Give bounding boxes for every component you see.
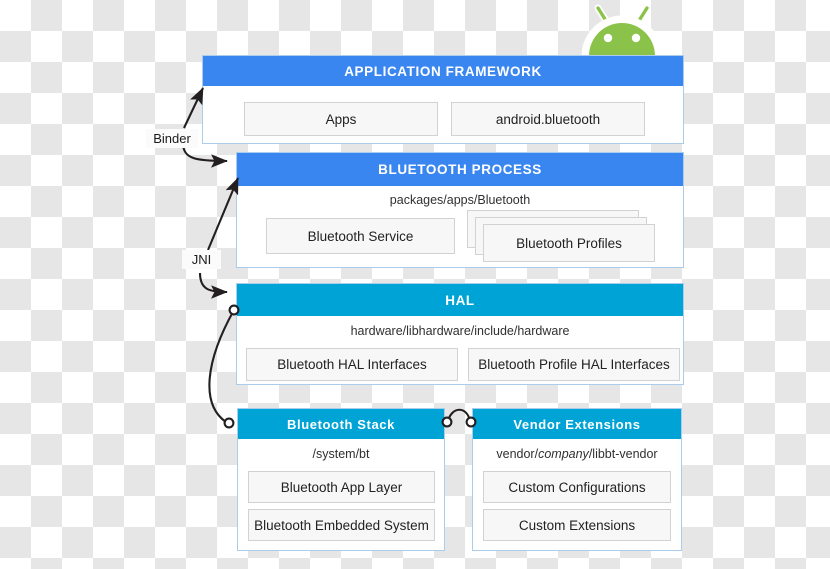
path-bluetooth-stack: /system/bt: [312, 447, 370, 461]
panel-bluetooth-process[interactable]: BLUETOOTH PROCESS packages/apps/Bluetoot…: [236, 152, 684, 268]
panel-application-framework[interactable]: APPLICATION FRAMEWORK Apps android.bluet…: [202, 55, 684, 144]
panel-hal[interactable]: HAL hardware/libhardware/include/hardwar…: [236, 283, 684, 385]
panel-vendor-extensions[interactable]: Vendor Extensions vendor/company/libbt-v…: [472, 408, 682, 551]
path-vendor-extensions: vendor/company/libbt-vendor: [473, 447, 681, 461]
panel-header-bluetooth-stack: Bluetooth Stack: [238, 409, 444, 439]
path-hal: hardware/libhardware/include/hardware: [350, 324, 570, 338]
chip-custom-extensions[interactable]: Custom Extensions: [483, 509, 671, 541]
chip-bluetooth-service[interactable]: Bluetooth Service: [266, 218, 455, 254]
connector-binder-to-framework: [183, 87, 204, 129]
panel-bluetooth-stack[interactable]: Bluetooth Stack /system/bt Bluetooth App…: [237, 408, 445, 551]
path-vendor-company: company: [538, 447, 589, 461]
chip-android-bluetooth[interactable]: android.bluetooth: [451, 102, 645, 136]
connector-label-jni: JNI: [182, 250, 221, 269]
panel-header-application-framework: APPLICATION FRAMEWORK: [203, 56, 683, 86]
chip-bluetooth-hal-interfaces[interactable]: Bluetooth HAL Interfaces: [246, 348, 458, 381]
path-vendor-post: /libbt-vendor: [588, 447, 658, 461]
connector-stack-to-vendor: [446, 408, 472, 422]
connector-endpoint-stack: [223, 417, 235, 429]
chip-bluetooth-profile-hal-interfaces[interactable]: Bluetooth Profile HAL Interfaces: [468, 348, 680, 381]
android-robot-logo: [581, 4, 663, 61]
panel-header-bluetooth-process: BLUETOOTH PROCESS: [237, 153, 683, 186]
connector-jni-to-process: [207, 177, 239, 251]
chip-custom-configurations[interactable]: Custom Configurations: [483, 471, 671, 503]
path-vendor-pre: vendor/: [496, 447, 539, 461]
connector-label-binder: Binder: [146, 129, 198, 148]
connector-hal-to-stack: [208, 309, 235, 423]
chip-apps[interactable]: Apps: [244, 102, 438, 136]
chip-bluetooth-profiles[interactable]: Bluetooth Profiles: [483, 224, 655, 262]
panel-header-hal: HAL: [237, 284, 683, 316]
panel-header-vendor-extensions: Vendor Extensions: [473, 409, 681, 439]
connector-jni-to-hal: [198, 272, 228, 299]
path-bluetooth-process: packages/apps/Bluetooth: [389, 193, 531, 207]
chip-bluetooth-app-layer[interactable]: Bluetooth App Layer: [248, 471, 435, 503]
diagram-canvas: APPLICATION FRAMEWORK Apps android.bluet…: [0, 0, 830, 569]
chip-bluetooth-embedded-system[interactable]: Bluetooth Embedded System: [248, 509, 435, 541]
